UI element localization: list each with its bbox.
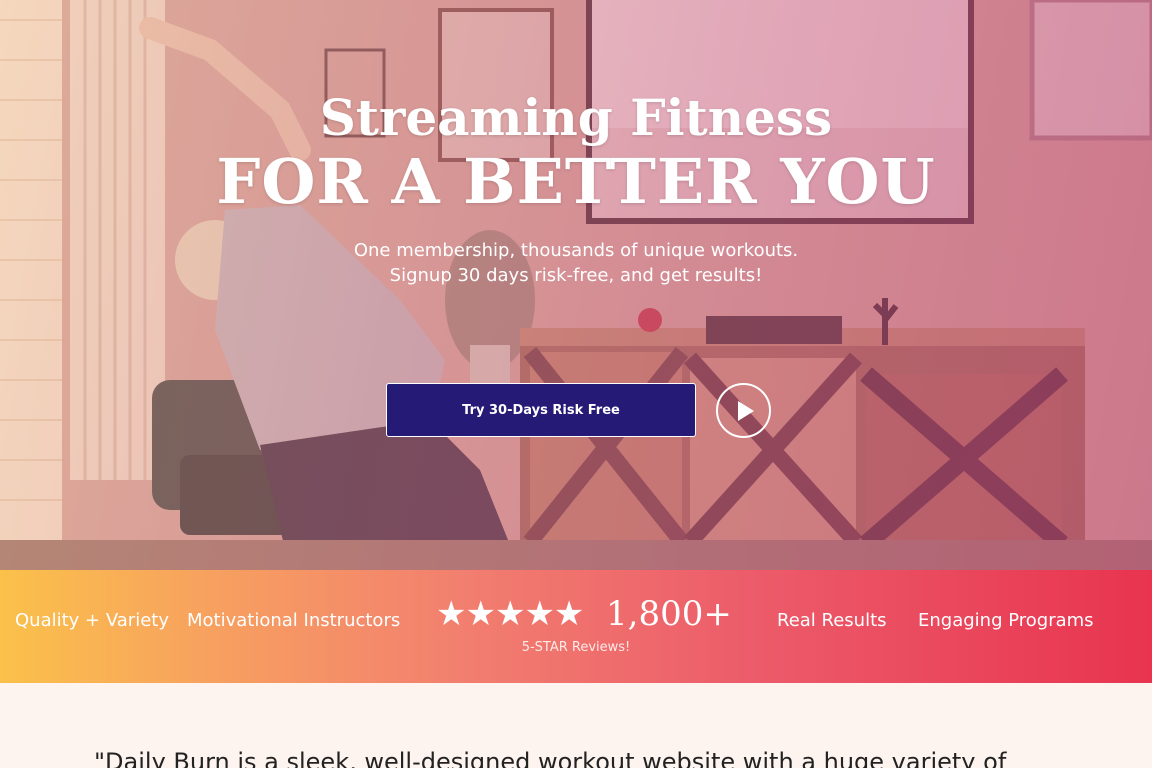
- feature-quality-variety: Quality + Variety: [15, 610, 169, 631]
- hero-subtitle: One membership, thousands of unique work…: [0, 238, 1152, 288]
- testimonial-quote: "Daily Burn is a sleek, well-designed wo…: [94, 748, 1007, 768]
- hero-subtitle-line1: One membership, thousands of unique work…: [353, 240, 799, 261]
- feature-engaging-programs: Engaging Programs: [918, 610, 1094, 631]
- feature-motivational-instructors: Motivational Instructors: [187, 610, 401, 631]
- play-icon: [738, 400, 754, 421]
- try-risk-free-button[interactable]: Try 30-Days Risk Free: [386, 383, 696, 437]
- hero-title-line2: FOR A BETTER YOU: [216, 145, 936, 218]
- hero-section: Streaming Fitness FOR A BETTER YOU One m…: [0, 0, 1152, 570]
- hero-title-line1: Streaming Fitness: [319, 88, 833, 147]
- review-label: 5-STAR Reviews!: [521, 640, 631, 655]
- feature-real-results: Real Results: [777, 610, 887, 631]
- hero-subtitle-line2: Signup 30 days risk-free, and get result…: [389, 265, 763, 286]
- feature-bar: Quality + Variety Motivational Instructo…: [0, 570, 1152, 683]
- play-video-button[interactable]: [716, 383, 771, 438]
- five-star-icons: ★★★★★: [436, 594, 584, 634]
- review-count: 1,800+: [606, 594, 732, 634]
